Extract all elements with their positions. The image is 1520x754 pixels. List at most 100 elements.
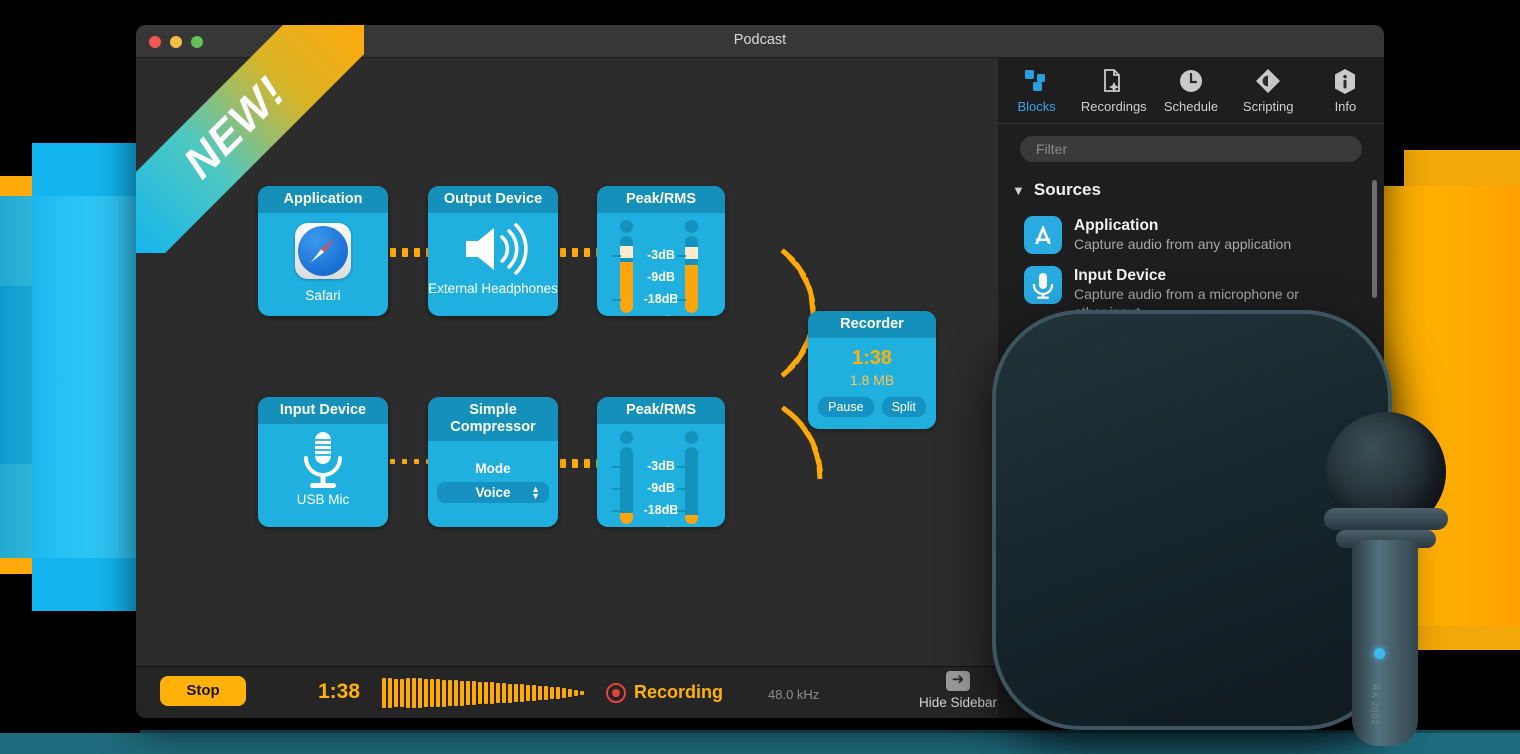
block-input-device-title: Input Device [258, 397, 388, 424]
waveform-display [382, 677, 584, 709]
block-output-device-caption: External Headphones [428, 281, 558, 296]
sources-section-header[interactable]: ▼ Sources [1012, 180, 1384, 200]
connector-dash [414, 459, 419, 464]
sources-section-label: Sources [1033, 180, 1101, 199]
waveform-bar [574, 689, 578, 697]
waveform-bar [514, 683, 518, 703]
stop-button[interactable]: Stop [160, 676, 246, 706]
source-item-application[interactable]: Application Capture audio from any appli… [998, 210, 1384, 260]
sidebar-tabs: Blocks Recordings Schedule Scripting Inf… [998, 58, 1384, 124]
tab-schedule[interactable]: Schedule [1152, 58, 1229, 123]
waveform-bar [418, 678, 422, 708]
waveform-bar [556, 687, 560, 699]
speaker-icon [428, 221, 558, 281]
tab-scripting-label: Scripting [1242, 99, 1294, 114]
recorder-pause-button[interactable]: Pause [818, 397, 874, 417]
waveform-bar [430, 678, 434, 708]
blocks-canvas[interactable]: Application Safari Output Device Externa… [136, 58, 998, 666]
connector-dash [402, 248, 408, 257]
tab-blocks[interactable]: Blocks [998, 58, 1075, 123]
waveform-bar [412, 677, 416, 709]
waveform-bar [568, 688, 572, 698]
tab-info-label: Info [1334, 99, 1357, 114]
connector-dash [572, 248, 578, 257]
connector-dash [560, 248, 566, 257]
block-peak-rms-top[interactable]: Peak/RMS -3dB -9dB -18dB [597, 186, 725, 316]
filter-input[interactable]: Filter [1020, 136, 1362, 162]
waveform-bar [472, 681, 476, 705]
block-peak-rms-bottom-title: Peak/RMS [597, 397, 725, 424]
waveform-bar [484, 681, 488, 705]
block-output-device-title: Output Device [428, 186, 558, 213]
microphone-icon [1024, 266, 1062, 304]
diamond-icon [1230, 66, 1307, 96]
waveform-bar [442, 679, 446, 707]
waveform-bar [478, 681, 482, 705]
waveform-bar [550, 686, 554, 700]
block-recorder[interactable]: Recorder 1:38 1.8 MB Pause Split [808, 311, 936, 429]
waveform-bar [466, 680, 470, 706]
tab-info[interactable]: Info [1307, 58, 1384, 123]
compressor-mode-select[interactable]: Voice ▲ ▼ [437, 482, 549, 503]
waveform-bar [544, 686, 548, 700]
waveform-bar [502, 683, 506, 703]
source-title: Application [1074, 217, 1159, 234]
waveform-bar [538, 685, 542, 701]
sidebar-scrollbar[interactable] [1372, 180, 1377, 298]
source-title: Input Device [1074, 267, 1167, 284]
block-peak-rms-bottom[interactable]: Peak/RMS -3dB -9dB -18dB [597, 397, 725, 527]
scale-label-36db: -36dB [597, 525, 725, 527]
waveform-bar [532, 685, 536, 701]
sample-rate-label: 48.0 kHz [768, 687, 820, 702]
waveform-bar [436, 679, 440, 707]
meter-icon: -3dB -9dB -18dB -36dB [597, 213, 725, 316]
connector-dash [560, 459, 566, 468]
waveform-bar [394, 678, 398, 708]
recorder-elapsed-time: 1:38 [851, 347, 893, 369]
tab-schedule-label: Schedule [1163, 99, 1219, 114]
microphone-illustration: RA 2002 [1310, 412, 1460, 746]
block-simple-compressor[interactable]: Simple Compressor Mode Voice ▲ ▼ [428, 397, 558, 527]
block-output-device[interactable]: Output Device External Headphones [428, 186, 558, 316]
connector-dash [390, 459, 395, 464]
waveform-bar [508, 683, 512, 703]
clock-icon [1152, 66, 1229, 96]
tab-recordings[interactable]: Recordings [1075, 58, 1152, 123]
connector-dash [414, 248, 420, 257]
tab-scripting[interactable]: Scripting [1230, 58, 1307, 123]
connector-dash [402, 459, 407, 464]
block-application-caption: Safari [305, 288, 341, 303]
waveform-bar [460, 680, 464, 706]
stepper-icon[interactable]: ▲ ▼ [531, 484, 540, 500]
connector-dash [390, 248, 396, 257]
scale-label-36db: -36dB [597, 314, 725, 316]
block-input-device[interactable]: Input Device USB Mic [258, 397, 388, 527]
safari-icon [295, 223, 351, 279]
arrow-right-icon [946, 668, 970, 692]
block-application[interactable]: Application Safari [258, 186, 388, 316]
waveform-bar [562, 688, 566, 698]
connector-dash [584, 459, 590, 468]
waveform-bar [490, 682, 494, 704]
waveform-bar [448, 679, 452, 707]
title-bar: Podcast [136, 25, 1384, 58]
waveform-bar [454, 680, 458, 706]
info-icon [1307, 66, 1384, 96]
recorder-file-size: 1.8 MB [849, 372, 895, 388]
block-input-device-caption: USB Mic [296, 492, 350, 507]
waveform-bar [496, 682, 500, 704]
waveform-bar [526, 684, 530, 702]
waveform-bar [406, 677, 410, 709]
waveform-bar [400, 679, 404, 707]
recorder-split-button[interactable]: Split [881, 397, 926, 417]
block-simple-compressor-title: Simple Compressor [428, 397, 558, 441]
waveform-bar [388, 678, 392, 708]
scale-label-9db: -9dB [647, 270, 675, 284]
waveform-bar [520, 684, 524, 702]
chevron-down-icon[interactable]: ▼ [1012, 183, 1025, 198]
record-status-label: Recording [634, 682, 724, 702]
waveform-bar [424, 678, 428, 708]
toolbar-elapsed-time: 1:38 [318, 680, 361, 703]
document-add-icon [1075, 66, 1152, 96]
source-description: Capture audio from any application [1074, 236, 1292, 252]
